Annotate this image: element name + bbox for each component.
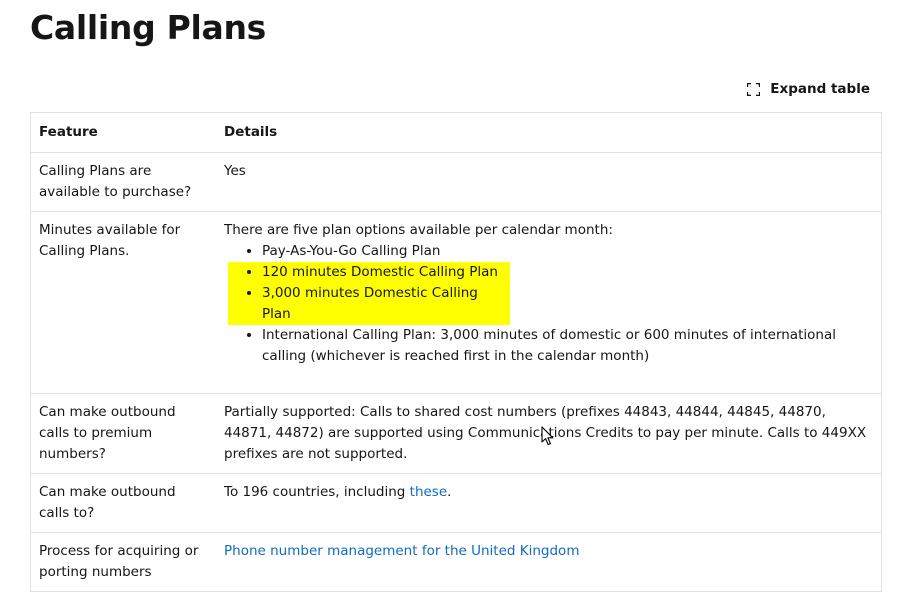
page-title: Calling Plans [30,8,267,47]
feature-cell: Minutes available for Calling Plans. [31,211,216,394]
table-row: Can make outbound calls to? To 196 count… [31,473,881,533]
list-item: Pay-As-You-Go Calling Plan [262,241,873,262]
uk-number-management-link[interactable]: Phone number management for the United K… [224,543,579,559]
feature-cell: Process for acquiring or porting numbers [31,532,216,591]
list-item: 3,000 minutes Domestic Calling Plan [228,283,873,325]
details-cell: To 196 countries, including these. [216,473,881,533]
table-header-row: Feature Details [31,113,881,153]
table-row: Calling Plans are available to purchase?… [31,152,881,212]
expand-table-button[interactable]: Expand table [747,78,870,100]
list-item: 120 minutes Domestic Calling Plan [228,262,873,283]
calling-plans-table: Feature Details Calling Plans are availa… [30,112,882,592]
highlighted-plan: 3,000 minutes Domestic Calling Plan [228,283,510,325]
feature-cell: Can make outbound calls to premium numbe… [31,393,216,474]
list-item: International Calling Plan: 3,000 minute… [262,325,873,367]
plan-options-intro: There are five plan options available pe… [224,222,613,238]
expand-table-label: Expand table [770,81,870,97]
details-text: . [447,484,452,500]
column-header-feature: Feature [39,124,98,140]
table-row: Minutes available for Calling Plans. The… [31,211,881,394]
countries-link[interactable]: these [410,484,448,500]
column-header-details: Details [224,124,278,140]
expand-icon [747,82,761,96]
details-text: To 196 countries, including [224,484,410,500]
feature-cell: Can make outbound calls to? [31,473,216,533]
table-row: Can make outbound calls to premium numbe… [31,393,881,474]
highlighted-plan: 120 minutes Domestic Calling Plan [228,262,510,283]
details-cell: Yes [216,152,881,212]
details-cell: Phone number management for the United K… [216,532,881,591]
feature-cell: Calling Plans are available to purchase? [31,152,216,212]
plan-options-list: Pay-As-You-Go Calling Plan 120 minutes D… [224,241,873,367]
mouse-cursor-icon [541,426,555,446]
table-row: Process for acquiring or porting numbers… [31,532,881,591]
details-cell: There are five plan options available pe… [216,211,881,394]
